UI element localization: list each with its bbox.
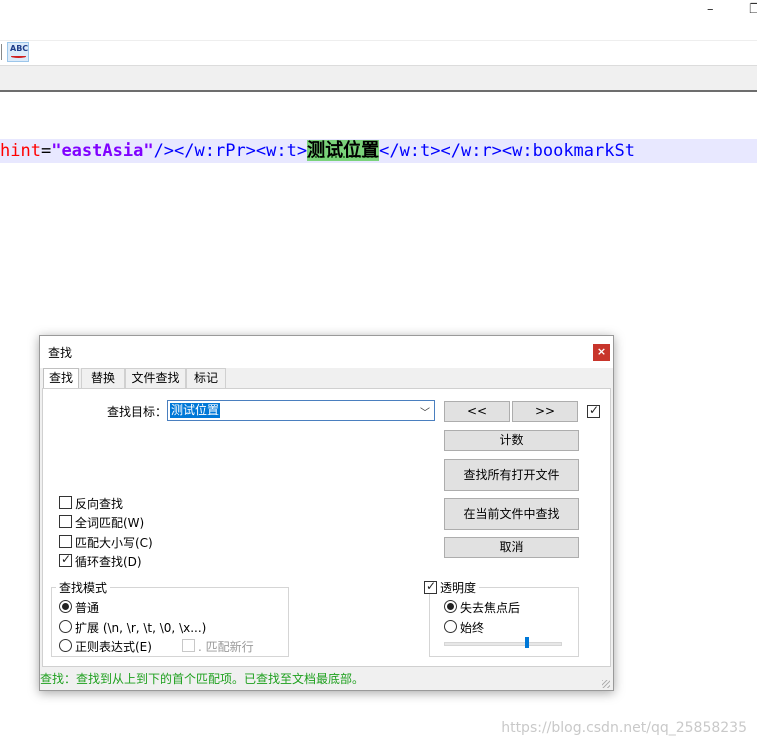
dialog-title: 查找 xyxy=(48,346,73,360)
match-case-label: 匹配大小写(C) xyxy=(75,536,153,550)
chevron-down-icon[interactable]: ﹀ xyxy=(420,404,430,419)
wrap-around-checkbox[interactable]: ✓ xyxy=(59,552,72,567)
spell-wave-icon xyxy=(11,55,26,58)
find-panel: 查找目标： 测试位置 ﹀ << >> ✓ 计数 查找所有打开文件 在当前文件中查… xyxy=(42,388,611,667)
radio-dot-icon xyxy=(447,603,454,610)
mode-normal-radio[interactable] xyxy=(59,600,72,613)
search-match-highlight: 测试位置 xyxy=(307,140,380,161)
find-in-current-file-button[interactable]: 在当前文件中查找 xyxy=(444,498,579,530)
wrap-around-label: 循环查找(D) xyxy=(75,555,142,569)
spell-check-icon[interactable]: ABC xyxy=(7,42,29,62)
direction-toggle-checkbox[interactable]: ✓ xyxy=(587,403,600,418)
on-lose-focus-radio[interactable] xyxy=(444,600,457,613)
title-bar: – ❐ xyxy=(0,0,757,40)
code-token: = xyxy=(40,141,52,161)
dot-matches-newline-label: . 匹配新行 xyxy=(198,640,254,654)
watermark: https://blog.csdn.net/qq_25858235 xyxy=(501,720,747,736)
mode-extended-radio[interactable] xyxy=(59,620,72,633)
toolbar xyxy=(0,40,757,65)
find-next-button[interactable]: >> xyxy=(512,401,578,422)
close-icon[interactable]: × xyxy=(593,344,610,361)
code-token: hint xyxy=(0,141,41,161)
document-tab-bar xyxy=(0,65,757,92)
match-case-checkbox[interactable] xyxy=(59,535,72,548)
find-target-value: 测试位置 xyxy=(170,403,221,418)
tab-find-in-files[interactable]: 文件查找 xyxy=(125,368,186,388)
spell-check-label: ABC xyxy=(10,44,29,53)
find-previous-button[interactable]: << xyxy=(444,401,510,422)
status-bar: 查找：查找到从上到下的首个匹配项。已查找至文档最底部。 xyxy=(40,669,613,690)
always-radio[interactable] xyxy=(444,620,457,633)
find-target-combobox[interactable]: 测试位置 ﹀ xyxy=(167,400,435,421)
find-target-label: 查找目标： xyxy=(107,405,168,419)
on-lose-focus-label: 失去焦点后 xyxy=(460,601,521,615)
mode-normal-label: 普通 xyxy=(75,601,100,615)
status-message: 查找：查找到从上到下的首个匹配项。已查找至文档最底部。 xyxy=(40,672,365,686)
transparency-slider-thumb[interactable] xyxy=(524,637,529,648)
mode-regex-label: 正则表达式(E) xyxy=(75,640,152,654)
search-mode-title: 查找模式 xyxy=(56,579,111,596)
whole-word-label: 全词匹配(W) xyxy=(75,516,145,530)
code-token: /></w:rPr><w:t> xyxy=(153,141,308,161)
always-label: 始终 xyxy=(460,621,485,635)
restore-button[interactable]: ❐ xyxy=(749,2,757,17)
current-line[interactable]: hint="eastAsia"/></w:rPr><w:t>测试位置</w:t>… xyxy=(0,139,757,163)
dialog-title-bar: 查找 × xyxy=(40,336,613,368)
mode-extended-label: 扩展 (\n, \r, \t, \0, \x...) xyxy=(75,621,207,635)
code-token: </w:t></w:r><w:bookmarkSt xyxy=(379,141,635,161)
toolbar-separator xyxy=(1,44,2,60)
reverse-search-checkbox[interactable] xyxy=(59,496,72,509)
minimize-button[interactable]: – xyxy=(707,2,714,17)
radio-dot-icon xyxy=(62,603,69,610)
reverse-search-label: 反向查找 xyxy=(75,497,124,511)
whole-word-checkbox[interactable] xyxy=(59,515,72,528)
mode-regex-radio[interactable] xyxy=(59,639,72,652)
dot-matches-newline-checkbox[interactable] xyxy=(182,639,195,652)
cancel-button[interactable]: 取消 xyxy=(444,537,579,558)
checkmark-icon: ✓ xyxy=(426,579,437,593)
tab-replace[interactable]: 替换 xyxy=(81,368,125,388)
checkmark-icon: ✓ xyxy=(61,552,72,566)
code-token: "eastAsia" xyxy=(51,141,154,161)
find-dialog: 查找 × 查找 替换 文件查找 标记 查找目标： 测试位置 ﹀ << >> ✓ … xyxy=(39,335,614,691)
count-button[interactable]: 计数 xyxy=(444,430,579,451)
transparency-slider-track[interactable] xyxy=(444,642,562,646)
tab-find[interactable]: 查找 xyxy=(43,368,79,389)
find-all-open-files-button[interactable]: 查找所有打开文件 xyxy=(444,459,579,491)
screen: – ❐ ABC hint="eastAsia"/></w:rPr><w:t>测试… xyxy=(0,0,757,748)
checkmark-icon: ✓ xyxy=(589,403,600,417)
tab-mark[interactable]: 标记 xyxy=(186,368,226,388)
resize-grip-icon[interactable] xyxy=(602,680,610,688)
transparency-title: 透明度 xyxy=(437,579,480,596)
transparency-checkbox[interactable]: ✓ xyxy=(424,579,437,594)
